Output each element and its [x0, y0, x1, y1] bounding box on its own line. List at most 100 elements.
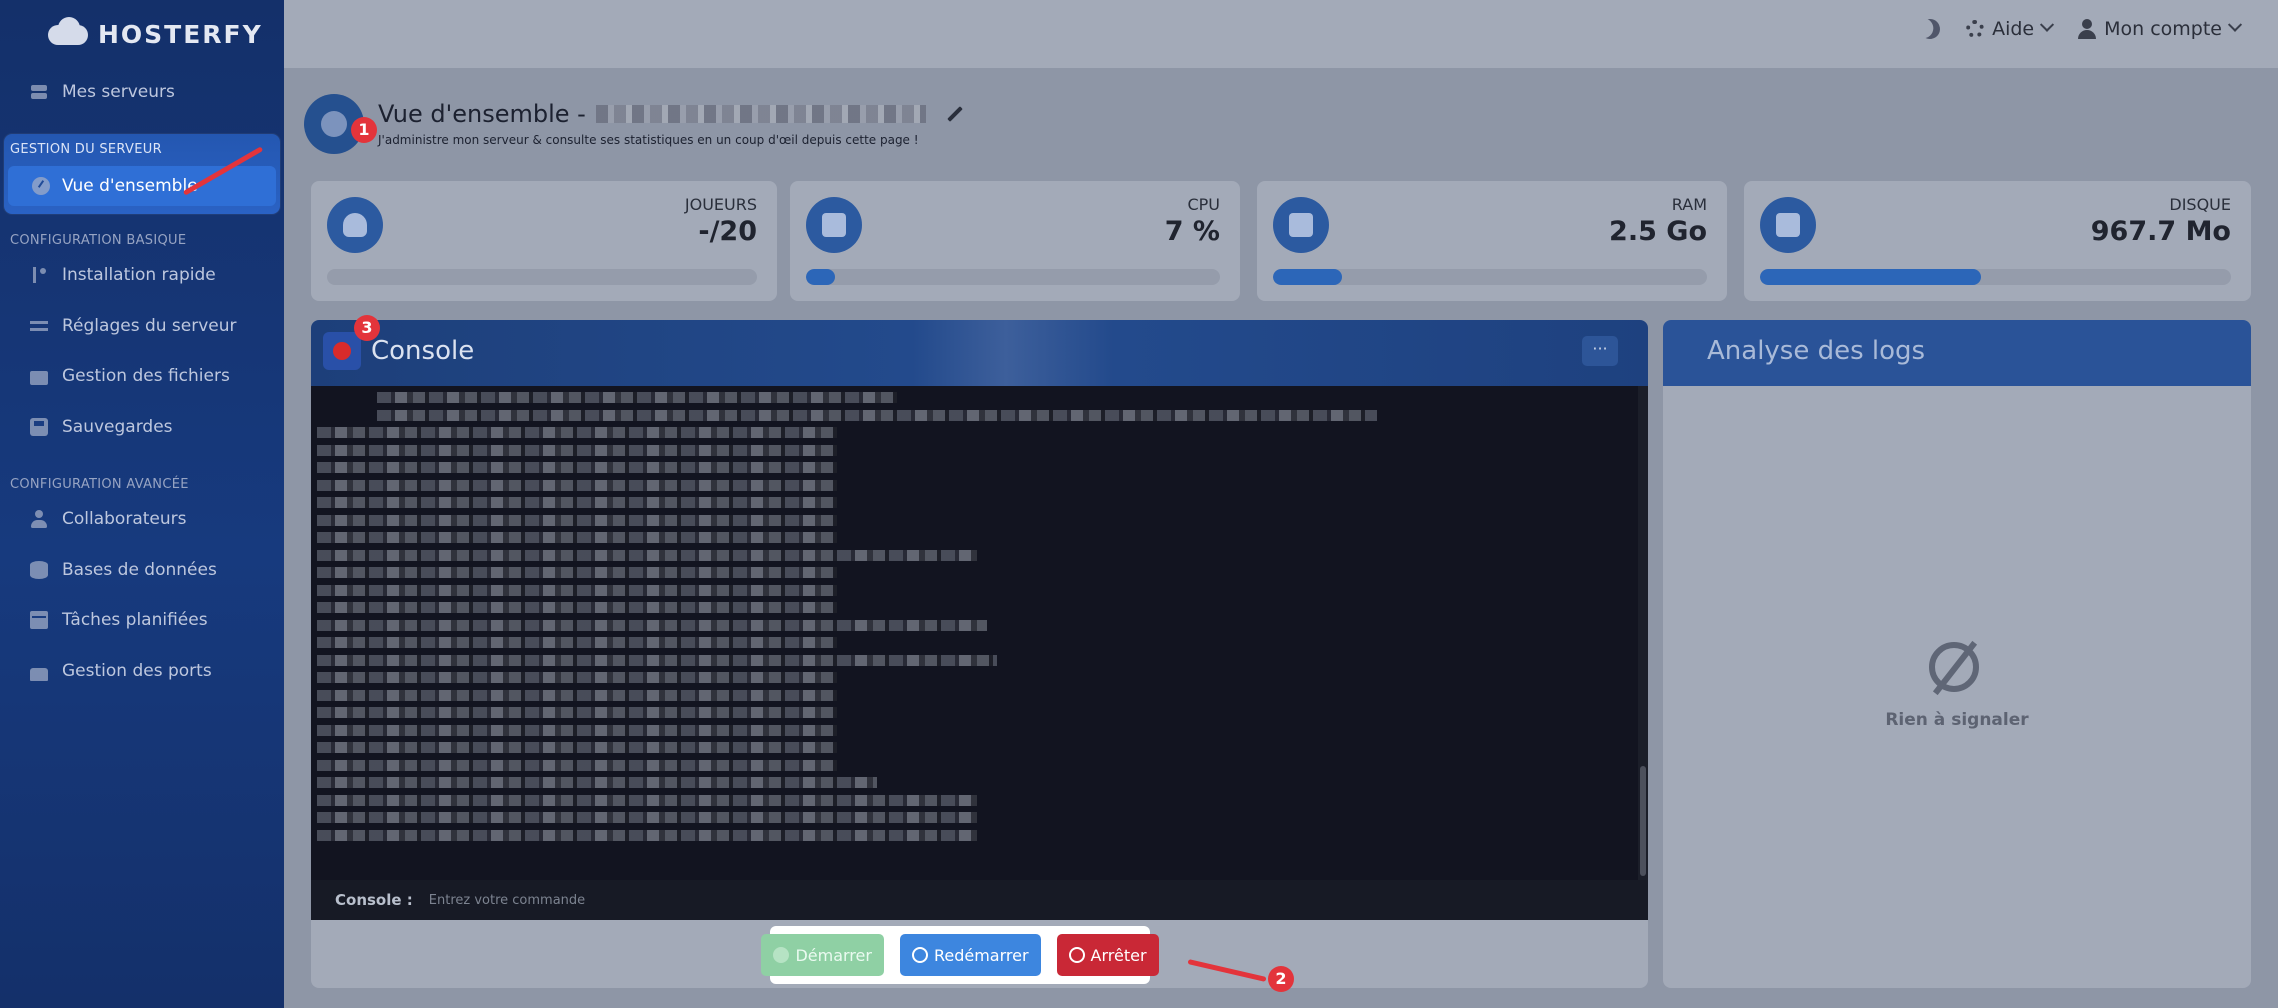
edit-pencil-icon[interactable]: [947, 106, 963, 122]
console-log-line: [317, 637, 837, 648]
stat-progress-bar: [1760, 269, 2231, 285]
logs-panel: Analyse des logs Rien à signaler: [1663, 320, 2251, 988]
console-log-line: [317, 742, 837, 753]
stat-card-ram: RAM 2.5 Go: [1257, 181, 1727, 301]
console-log-line: [317, 794, 977, 806]
console-log-line: [317, 514, 837, 526]
save-icon: [30, 418, 48, 436]
sidebar-item-overview[interactable]: Vue d'ensemble: [8, 166, 276, 206]
play-icon: [773, 947, 790, 963]
console-log-line: [317, 672, 837, 683]
stat-label: CPU: [1187, 195, 1220, 214]
console-log-line: [317, 532, 837, 543]
console-header: Console ···: [311, 320, 1648, 386]
stat-label: DISQUE: [2169, 195, 2231, 214]
console-log-line: [317, 479, 837, 491]
console-command-input[interactable]: [428, 892, 1029, 908]
sidebar-item-scheduled-tasks[interactable]: Tâches planifiées: [30, 602, 208, 638]
sidebar: HOSTERFY Mes serveurs GESTION DU SERVEUR…: [0, 0, 284, 1008]
console-output[interactable]: [311, 386, 1638, 880]
console-log-line: [317, 707, 837, 718]
sidebar-item-databases[interactable]: Bases de données: [30, 552, 217, 588]
stat-card-players: JOUEURS -/20: [311, 181, 777, 301]
chevron-down-icon: [2040, 17, 2055, 32]
dark-mode-moon-icon[interactable]: [1917, 16, 1943, 42]
memory-icon: [1273, 197, 1329, 253]
stat-progress-bar: [1273, 269, 1707, 285]
console-log-line: [377, 409, 1377, 421]
stat-value: -/20: [698, 216, 757, 247]
console-log-line: [317, 462, 837, 473]
stat-label: JOUEURS: [684, 195, 757, 214]
rotate-left-icon: [911, 947, 928, 963]
sidebar-item-label: Vue d'ensemble: [62, 176, 198, 196]
stop-button[interactable]: Arrêter: [1056, 934, 1159, 976]
console-log-line: [317, 829, 977, 841]
redacted-server-name: [595, 105, 926, 123]
start-button[interactable]: Démarrer: [761, 934, 884, 976]
restart-button[interactable]: Redémarrer: [899, 934, 1041, 976]
console-status-indicator: [323, 332, 361, 370]
console-log-line: [317, 654, 997, 666]
sliders-icon: [30, 317, 48, 335]
help-gear-icon: [1966, 20, 1985, 38]
sidebar-item-server-settings[interactable]: Réglages du serveur: [30, 308, 237, 344]
topbar-actions: Aide Mon compte: [1917, 16, 2243, 42]
console-scrollbar[interactable]: [1638, 386, 1648, 880]
sidebar-item-label: Tâches planifiées: [62, 610, 208, 630]
help-menu[interactable]: Aide: [1966, 17, 2055, 40]
stat-card-disk: DISQUE 967.7 Mo: [1744, 181, 2251, 301]
sidebar-item-quick-install[interactable]: Installation rapide: [30, 257, 216, 293]
account-menu[interactable]: Mon compte: [2078, 17, 2243, 40]
cloud-logo-icon: [44, 17, 92, 51]
sidebar-item-label: Gestion des fichiers: [62, 366, 230, 386]
console-input-label: Console :: [335, 891, 413, 909]
sidebar-item-servers[interactable]: Mes serveurs: [30, 74, 175, 110]
annotation-badge-1: 1: [351, 117, 377, 143]
record-dot-icon: [333, 342, 351, 360]
database-icon: [30, 561, 48, 579]
console-log-line: [317, 584, 837, 596]
sidebar-item-label: Installation rapide: [62, 265, 216, 285]
sidebar-item-backups[interactable]: Sauvegardes: [30, 409, 173, 445]
calendar-clock-icon: [30, 611, 48, 629]
brand-logo[interactable]: HOSTERFY: [44, 14, 263, 54]
hard-drive-icon: [1760, 197, 1816, 253]
console-log-line: [317, 689, 837, 701]
stat-progress-bar: [806, 269, 1220, 285]
console-log-line: [317, 427, 837, 438]
sidebar-item-collaborators[interactable]: Collaborateurs: [30, 501, 186, 537]
console-more-button[interactable]: ···: [1582, 336, 1618, 366]
sidebar-item-label: Collaborateurs: [62, 509, 187, 529]
console-input-row: Console :: [311, 880, 1648, 920]
gauge-icon: [32, 177, 50, 195]
stat-label: RAM: [1671, 195, 1707, 214]
brand-name: HOSTERFY: [98, 19, 263, 49]
stat-progress-bar: [327, 269, 757, 285]
stop-label: Arrêter: [1090, 945, 1147, 965]
account-label: Mon compte: [2104, 18, 2222, 40]
annotation-badge-2: 2: [1268, 966, 1294, 992]
section-title: CONFIGURATION BASIQUE: [10, 233, 187, 248]
stat-value: 7 %: [1164, 216, 1220, 247]
microchip-icon: [806, 197, 862, 253]
logs-header: Analyse des logs: [1663, 320, 2251, 386]
console-log-line: [317, 497, 837, 508]
console-title: Console: [371, 336, 475, 366]
stat-card-cpu: CPU 7 %: [790, 181, 1240, 301]
console-log-line: [317, 724, 837, 736]
empty-set-icon: [1929, 642, 1979, 692]
server-icon: [30, 83, 48, 101]
sidebar-item-label: Bases de données: [62, 560, 217, 580]
console-log-line: [317, 602, 837, 613]
stat-value: 2.5 Go: [1609, 216, 1707, 247]
sidebar-item-files[interactable]: Gestion des fichiers: [30, 358, 230, 394]
console-log-line: [317, 567, 837, 578]
power-actions: Démarrer Redémarrer Arrêter: [761, 926, 1159, 984]
server-management-section: GESTION DU SERVEUR Vue d'ensemble: [4, 134, 280, 214]
scrollbar-thumb[interactable]: [1640, 766, 1646, 876]
console-log-line: [317, 812, 977, 823]
sidebar-item-ports[interactable]: Gestion des ports: [30, 653, 212, 689]
topbar: Aide Mon compte: [284, 0, 2278, 68]
users-icon: [30, 510, 48, 528]
